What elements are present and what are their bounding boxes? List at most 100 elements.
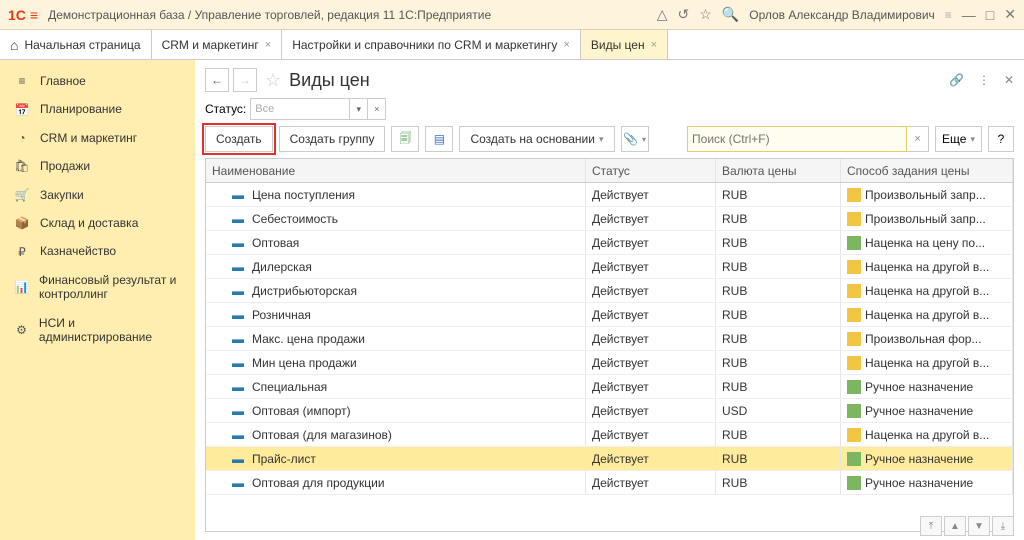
table-row[interactable]: ▬РозничнаяДействуетRUBНаценка на другой … — [206, 303, 1013, 327]
table-row[interactable]: ▬Макс. цена продажиДействуетRUBПроизволь… — [206, 327, 1013, 351]
cell-name: Мин цена продажи — [252, 356, 357, 370]
sidebar-item[interactable]: 📅Планирование — [0, 96, 195, 122]
sidebar-item[interactable]: 📦Склад и доставка — [0, 210, 195, 236]
cell-currency: RUB — [716, 375, 841, 398]
nav-first-button[interactable]: ⤒ — [920, 516, 942, 536]
help-button-label: ? — [998, 132, 1005, 146]
sidebar-item-label: Финансовый результат и контроллинг — [39, 273, 181, 302]
sidebar-item-icon: 🛍 — [14, 159, 30, 173]
item-icon: ▬ — [232, 212, 244, 226]
nav-down-button[interactable]: ▼ — [968, 516, 990, 536]
tab[interactable]: ⌂Начальная страница — [0, 30, 152, 59]
sidebar-item[interactable]: ≡Главное — [0, 68, 195, 94]
cell-status: Действует — [586, 231, 716, 254]
cell-status: Действует — [586, 303, 716, 326]
cell-name: Прайс-лист — [252, 452, 316, 466]
table-row[interactable]: ▬СебестоимостьДействуетRUBПроизвольный з… — [206, 207, 1013, 231]
sidebar-item[interactable]: ◔CRM и маркетинг — [0, 125, 195, 151]
column-header-method[interactable]: Способ задания цены — [841, 159, 1013, 182]
status-clear-button[interactable]: × — [368, 98, 386, 120]
cell-method: Произвольный запр... — [841, 183, 1013, 206]
table-row[interactable]: ▬ДистрибьюторскаяДействуетRUBНаценка на … — [206, 279, 1013, 303]
navigation-sidebar: ≡Главное📅Планирование ◔CRM и маркетинг 🛍 Пр… — [0, 60, 195, 540]
cell-currency: RUB — [716, 327, 841, 350]
sidebar-item-label: Планирование — [40, 102, 122, 116]
sidebar-item-label: Закупки — [40, 188, 84, 202]
create-based-on-button[interactable]: Создать на основании▾ — [459, 126, 614, 152]
close-window-button[interactable]: ✕ — [1004, 6, 1016, 23]
cell-method: Наценка на цену по... — [841, 231, 1013, 254]
sidebar-item-label: Продажи — [40, 159, 90, 173]
sidebar-item[interactable]: 🛍 Продажи — [0, 153, 195, 179]
title-bar: 1С ≡ Демонстрационная база / Управление … — [0, 0, 1024, 30]
list-icon-button[interactable]: ▤ — [425, 126, 453, 152]
more-menu-icon[interactable]: ⋮ — [978, 73, 990, 87]
cell-currency: USD — [716, 399, 841, 422]
sidebar-item[interactable]: ₽Казначейство — [0, 238, 195, 264]
cell-name: Дистрибьюторская — [252, 284, 357, 298]
cell-name: Цена поступления — [252, 188, 355, 202]
table-row[interactable]: ▬Оптовая для продукцииДействуетRUBРучное… — [206, 471, 1013, 495]
copy-icon-button[interactable]: 🗐 — [391, 126, 419, 152]
favorite-icon[interactable]: ☆ — [699, 6, 712, 23]
column-header-status[interactable]: Статус — [586, 159, 716, 182]
favorite-page-icon[interactable]: ☆ — [265, 70, 281, 91]
table-row[interactable]: ▬Мин цена продажиДействуетRUBНаценка на … — [206, 351, 1013, 375]
tab-close-icon[interactable]: × — [265, 39, 271, 51]
user-menu-chevron-icon[interactable]: ≡ — [945, 8, 952, 22]
method-icon — [847, 260, 861, 274]
column-header-currency[interactable]: Валюта цены — [716, 159, 841, 182]
search-input[interactable] — [692, 132, 902, 146]
table-row[interactable]: ▬СпециальнаяДействуетRUBРучное назначени… — [206, 375, 1013, 399]
cell-status: Действует — [586, 327, 716, 350]
tab-label: Настройки и справочники по CRM и маркети… — [292, 38, 557, 52]
table-row[interactable]: ▬Прайс-листДействуетRUBРучное назначение — [206, 447, 1013, 471]
create-button[interactable]: Создать — [205, 126, 273, 152]
table-row[interactable]: ▬Оптовая (импорт)ДействуетUSDРучное назн… — [206, 399, 1013, 423]
attachment-icon-button[interactable]: 📎▾ — [621, 126, 649, 152]
nav-last-button[interactable]: ⤓ — [992, 516, 1014, 536]
tab[interactable]: Настройки и справочники по CRM и маркети… — [282, 30, 581, 59]
current-user[interactable]: Орлов Александр Владимирович — [749, 8, 935, 22]
maximize-button[interactable]: □ — [986, 7, 994, 23]
sidebar-item[interactable]: 📊Финансовый результат и контроллинг — [0, 267, 195, 308]
table-row[interactable]: ▬Оптовая (для магазинов)ДействуетRUBНаце… — [206, 423, 1013, 447]
more-button[interactable]: Еще▾ — [935, 126, 982, 152]
notifications-icon[interactable]: △ — [657, 6, 668, 23]
tab[interactable]: CRM и маркетинг× — [152, 30, 283, 59]
item-icon: ▬ — [232, 380, 244, 394]
method-icon — [847, 356, 861, 370]
sidebar-item[interactable]: ⚙НСИ и администрирование — [0, 310, 195, 351]
back-button[interactable]: ← — [205, 68, 229, 92]
status-select[interactable]: Все — [250, 98, 350, 120]
search-icon[interactable]: 🔍 — [722, 6, 739, 23]
nav-up-button[interactable]: ▲ — [944, 516, 966, 536]
close-page-button[interactable]: ✕ — [1004, 73, 1014, 87]
chevron-down-icon: ▾ — [599, 134, 604, 145]
search-clear-button[interactable]: × — [907, 126, 929, 152]
table-row[interactable]: ▬Цена поступленияДействуетRUBПроизвольны… — [206, 183, 1013, 207]
app-title: Демонстрационная база / Управление торго… — [48, 8, 491, 22]
cell-currency: RUB — [716, 471, 841, 494]
tab-close-icon[interactable]: × — [563, 39, 569, 51]
tab[interactable]: Виды цен× — [581, 30, 668, 59]
history-icon[interactable]: ↺ — [678, 6, 690, 23]
method-icon — [847, 452, 861, 466]
search-box[interactable] — [687, 126, 907, 152]
cell-status: Действует — [586, 399, 716, 422]
table-navigation: ⤒ ▲ ▼ ⤓ — [920, 516, 1014, 536]
table-row[interactable]: ▬ДилерскаяДействуетRUBНаценка на другой … — [206, 255, 1013, 279]
method-icon — [847, 404, 861, 418]
minimize-button[interactable]: — — [962, 7, 976, 23]
link-icon[interactable]: 🔗 — [949, 73, 964, 87]
sidebar-item[interactable]: 🛒Закупки — [0, 182, 195, 208]
cell-method: Ручное назначение — [841, 399, 1013, 422]
help-button[interactable]: ? — [988, 126, 1014, 152]
status-dropdown-button[interactable]: ▾ — [350, 98, 368, 120]
table-row[interactable]: ▬ОптоваяДействуетRUBНаценка на цену по..… — [206, 231, 1013, 255]
item-icon: ▬ — [232, 428, 244, 442]
create-group-button[interactable]: Создать группу — [279, 126, 386, 152]
column-header-name[interactable]: Наименование — [206, 159, 586, 182]
tab-close-icon[interactable]: × — [651, 39, 657, 51]
forward-button[interactable]: → — [233, 68, 257, 92]
